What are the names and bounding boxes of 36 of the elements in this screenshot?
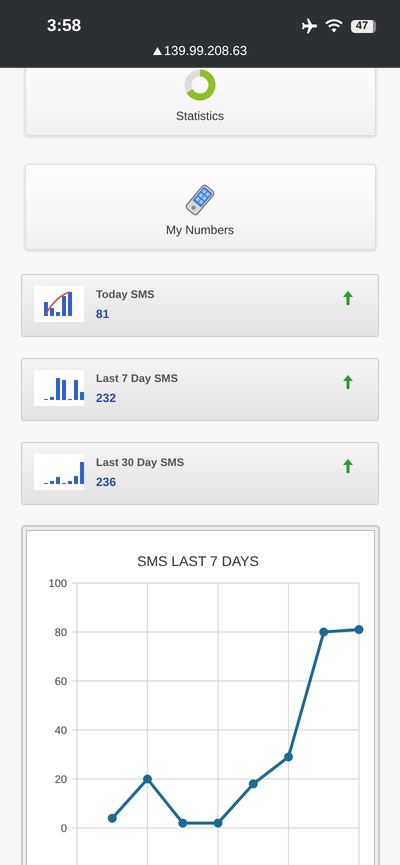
- axis-label: 20: [54, 774, 66, 786]
- wifi-icon: [325, 19, 343, 33]
- axis-label: 100: [48, 578, 66, 590]
- warning-icon: [152, 46, 162, 54]
- stat-title: Last 7 Day SMS: [96, 373, 179, 385]
- data-point: [248, 779, 258, 788]
- axis-label: 80: [54, 627, 66, 639]
- axis-label: 60: [54, 676, 66, 688]
- axis-label: 40: [54, 725, 66, 737]
- stat-count: 236: [96, 475, 118, 489]
- data-point: [354, 625, 363, 634]
- bar-chart-icon: [34, 370, 84, 406]
- stat-card[interactable]: Today SMS 81: [21, 274, 379, 337]
- donut-chart-icon: [182, 68, 218, 103]
- data-point: [284, 752, 292, 762]
- clock-time: 3:58: [47, 16, 82, 36]
- stat-title: Today SMS: [96, 289, 156, 301]
- battery-icon: 47: [351, 20, 376, 32]
- bar-chart-icon: [34, 454, 84, 490]
- nav-button[interactable]: Statistics: [24, 68, 376, 136]
- data-point: [107, 814, 116, 823]
- stat-card[interactable]: Last 30 Day SMS 236: [21, 442, 379, 505]
- bar-chart-icon: [34, 286, 84, 322]
- url-text: 139.99.208.63: [164, 43, 248, 58]
- data-point: [178, 818, 187, 828]
- stat-card[interactable]: Last 7 Day SMS 232: [21, 358, 379, 421]
- stat-title: Last 30 Day SMS: [96, 457, 186, 469]
- airplane-icon: [299, 18, 317, 34]
- data-point: [318, 628, 328, 636]
- data-point: [213, 818, 222, 828]
- chart-title: SMS LAST 7 DAYS: [136, 553, 258, 569]
- stat-count: 232: [96, 391, 118, 405]
- stat-count: 81: [96, 307, 110, 321]
- nav-button[interactable]: My Numbers: [24, 164, 376, 250]
- axis-label: 0: [60, 823, 66, 835]
- data-point: [142, 774, 152, 784]
